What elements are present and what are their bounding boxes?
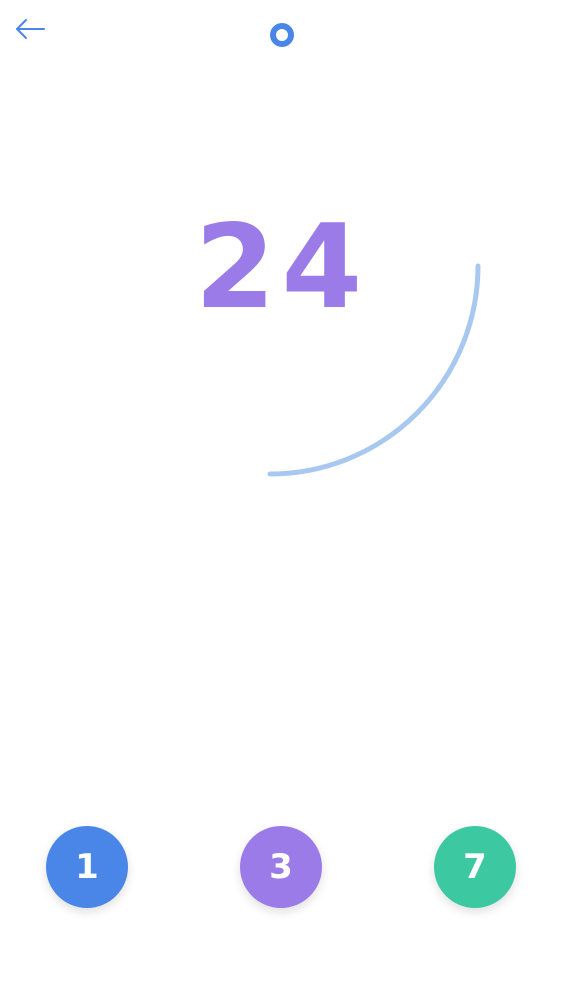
game-screen: 24 1 3 7 [0, 0, 563, 1000]
number-button-label: 1 [75, 847, 99, 887]
ring-dot-icon [269, 22, 295, 48]
number-button-1[interactable]: 1 [46, 826, 128, 908]
target-number: 24 [194, 200, 369, 335]
number-button-label: 7 [463, 847, 487, 887]
number-button-label: 3 [269, 847, 293, 887]
number-button-3[interactable]: 7 [434, 826, 516, 908]
arrow-left-icon [16, 19, 45, 39]
back-button[interactable] [12, 14, 48, 46]
number-button-2[interactable]: 3 [240, 826, 322, 908]
